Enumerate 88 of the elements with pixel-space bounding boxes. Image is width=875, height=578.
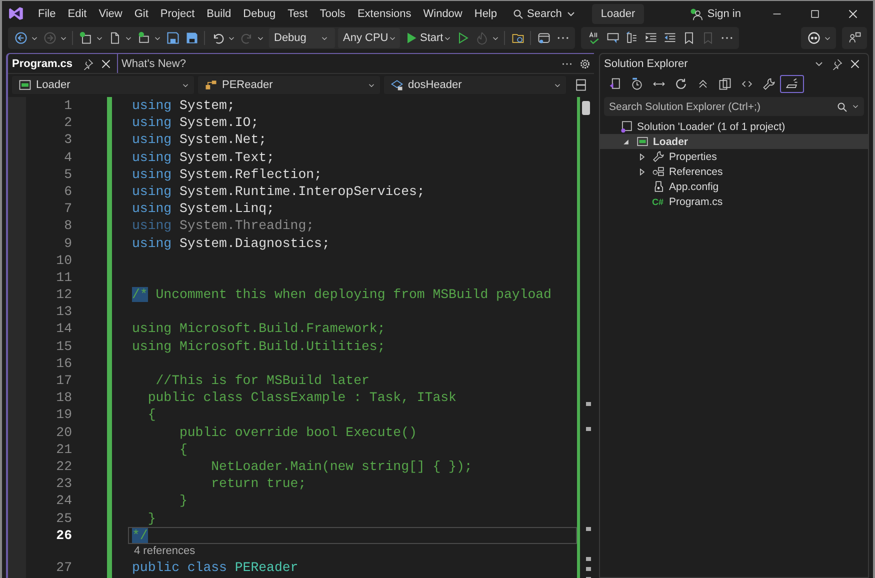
code-line: using System.IO; (132, 115, 259, 130)
search-button[interactable]: Search (505, 8, 584, 20)
line-number: 20 (55, 424, 72, 441)
references-link[interactable]: 4 references (134, 544, 196, 557)
tree-item[interactable]: C# Program.cs (600, 194, 868, 209)
code-line: NetLoader.Main(new string[] { }); (210, 458, 472, 474)
menu-item[interactable]: File (32, 8, 62, 20)
line-number: 24 (55, 492, 72, 510)
code-line: /* Uncomment this when deploying from MSBuild payload (132, 287, 552, 302)
code-line: using System.Threading; (132, 218, 314, 234)
code-line: using System.Reflection; (132, 166, 322, 182)
line-number: 3 (63, 131, 72, 149)
code-line: using System.Text; (132, 150, 274, 165)
tree-label: References (669, 166, 723, 178)
line-number: 27 (55, 558, 72, 576)
tree-label: Program.cs (669, 196, 723, 208)
line-number: 25 (55, 510, 72, 527)
tree-item[interactable]: Solution 'Loader' (1 of 1 project) (600, 119, 868, 134)
code-line: using System.Linq; (132, 201, 274, 216)
document-tab[interactable]: Program.cs (8, 54, 118, 73)
line-number: 26 (55, 526, 72, 544)
line-number: 18 (55, 389, 72, 406)
tree-item[interactable]: App.config (600, 179, 868, 194)
code-line: public class PEReader (132, 560, 298, 575)
line-number: 12 (55, 286, 72, 304)
code-line: using System.Runtime.InteropServices; (132, 184, 425, 199)
code-line: using Microsoft.Build.Utilities; (132, 338, 386, 354)
line-number: 15 (55, 338, 72, 355)
tree-label: App.config (669, 180, 719, 192)
tree-label: Loader (653, 136, 688, 148)
code-line: } (146, 510, 156, 526)
line-number: 2 (63, 114, 72, 132)
menu-item[interactable]: Edit (62, 8, 93, 20)
code-line: { (178, 442, 188, 457)
menu-item[interactable]: Debug (237, 8, 282, 20)
line-number: 10 (55, 252, 72, 269)
configuration-dropdown[interactable]: Debug (269, 28, 335, 48)
platform-dropdown[interactable]: Any CPU (338, 28, 400, 48)
sign-in-button[interactable]: Sign in (679, 6, 747, 22)
tree-item[interactable]: Loader (600, 134, 868, 149)
code-line: public class ClassExample : Task, ITask (146, 390, 456, 406)
line-number: 6 (63, 182, 72, 200)
code-line: using System.Net; (132, 132, 267, 148)
line-number: 23 (55, 475, 72, 492)
code-line: return true; (210, 476, 306, 492)
menu-item[interactable]: Project (154, 8, 201, 20)
line-number: 11 (55, 268, 72, 286)
panel-title: Solution Explorer (604, 58, 688, 70)
line-number: 21 (55, 440, 72, 458)
code-line: using Microsoft.Build.Framework; (132, 321, 386, 336)
menu-item[interactable]: Extensions (351, 8, 418, 20)
tree-label: Properties (669, 150, 717, 162)
tree-item[interactable]: References (600, 164, 868, 179)
document-tab[interactable]: What's New? (118, 54, 196, 73)
start-button[interactable]: Start (400, 31, 444, 45)
menu-item[interactable]: Git (128, 8, 154, 20)
code-line: using System; (132, 98, 235, 113)
line-number: 4 (63, 148, 72, 166)
line-number: 9 (63, 234, 72, 252)
line-number: 16 (55, 354, 72, 372)
code-line: } (178, 493, 188, 508)
menu-item[interactable]: Test (282, 8, 314, 20)
line-number: 8 (63, 217, 72, 234)
line-number: 14 (55, 320, 72, 338)
menu-item[interactable]: Build (200, 8, 238, 20)
code-line: public override bool Execute() (178, 424, 417, 440)
code-line: //This is for MSBuild later (154, 373, 370, 388)
menu-item[interactable]: Window (417, 8, 468, 20)
navigation-dropdown[interactable]: Loader (12, 76, 194, 94)
menu-item[interactable]: View (92, 8, 128, 20)
search-field[interactable]: Search Solution Explorer (Ctrl+;) (604, 97, 864, 116)
navigation-dropdown[interactable]: dosHeader (384, 76, 566, 94)
menu-item[interactable]: Help (468, 8, 503, 20)
tree-label: Solution 'Loader' (1 of 1 project) (637, 120, 786, 132)
line-number: 7 (63, 200, 72, 218)
line-number: 22 (55, 458, 72, 476)
line-number: 1 (63, 97, 72, 114)
line-number: 13 (55, 303, 72, 320)
menu-item[interactable]: Tools (314, 8, 352, 20)
code-line: { (146, 407, 156, 422)
navigation-dropdown[interactable]: PEReader (198, 76, 380, 94)
csharp-file-icon: C# (652, 196, 665, 206)
line-number: 17 (55, 372, 72, 390)
line-number: 19 (55, 406, 72, 424)
tree-item[interactable]: Properties (600, 149, 868, 164)
code-line: using System.Diagnostics; (132, 236, 330, 250)
line-number: 5 (63, 166, 72, 183)
solution-name-badge: Loader (592, 4, 644, 24)
